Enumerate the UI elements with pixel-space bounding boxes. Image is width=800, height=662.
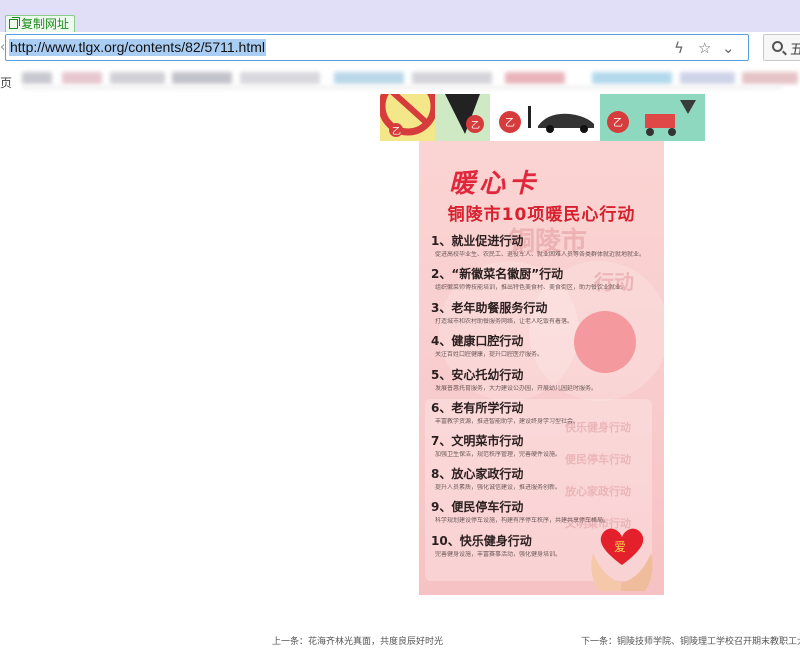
svg-text:乙: 乙 — [505, 117, 515, 129]
action-item-title: 1、就业促进行动 — [431, 234, 524, 248]
bookmark-item[interactable] — [22, 72, 52, 84]
banner-tile: 乙 — [490, 94, 600, 141]
action-item-desc: 促进高校毕业生、农民工、退役军人、就业困难人员等各类群体就近就地就业。 — [435, 251, 646, 258]
action-item: 5、安心托幼行动 发展普惠托育服务，大力建设公办园，开展幼儿园延时服务。 — [431, 368, 656, 393]
next-article-link[interactable]: 下一条：铜陵技师学院、铜陵理工学校召开期末教职工大会 — [581, 634, 800, 647]
love-char: 爱 — [614, 540, 626, 554]
bookmark-item[interactable] — [412, 72, 492, 84]
action-item-desc: 组织徽菜师傅技能培训，推出特色美食村、美食街区，助力餐饮业就业。 — [435, 284, 628, 291]
action-item: 3、老年助餐服务行动 打造城市和农村助餐服务网络，让老人吃饭有着落。 — [431, 301, 656, 326]
action-item-desc: 关注百姓口腔健康，提升口腔医疗服务。 — [435, 351, 544, 358]
search-box[interactable]: 五 — [763, 34, 800, 61]
action-item-desc: 丰富教学资源，推进智能助学，建设终身学习型社会。 — [435, 418, 580, 425]
svg-text:乙: 乙 — [471, 120, 480, 131]
prev-article-link[interactable]: 上一条：花海齐林光真面，共度良辰好时光 — [272, 634, 443, 647]
address-row: ‹ http://www.tlgx.org/contents/82/5711.h… — [0, 32, 800, 64]
bookmark-underline — [22, 86, 782, 89]
action-item-desc: 打造城市和农村助餐服务网络，让老人吃饭有着落。 — [435, 318, 574, 325]
svg-text:乙: 乙 — [613, 117, 623, 129]
action-item: 4、健康口腔行动 关注百姓口腔健康，提升口腔医疗服务。 — [431, 334, 656, 359]
action-item-title: 2、“新徽菜名徽厨”行动 — [431, 267, 564, 281]
bookmark-item[interactable] — [742, 72, 798, 84]
search-icon — [772, 41, 783, 52]
warm-heart-poster: 铜陵市 行动 暖心卡 铜陵市10项暖民心行动 快乐健身行动 便民停车行动 放心家… — [419, 141, 664, 595]
action-item: 2、“新徽菜名徽厨”行动 组织徽菜师傅技能培训，推出特色美食村、美食街区，助力餐… — [431, 267, 656, 292]
heart-in-hands-icon: 爱 — [591, 528, 653, 591]
bookmark-item[interactable] — [172, 72, 232, 84]
action-item-desc: 提升人员素质，强化诚信建设，推进服务创新。 — [435, 484, 562, 491]
action-item-title: 6、老有所学行动 — [431, 401, 524, 415]
action-item: 6、老有所学行动 丰富教学资源，推进智能助学，建设终身学习型社会。 — [431, 401, 656, 426]
action-item-desc: 发展普惠托育服务，大力建设公办园，开展幼儿园延时服务。 — [435, 385, 598, 392]
bookmark-item[interactable] — [240, 72, 320, 84]
bookmark-item[interactable] — [110, 72, 165, 84]
star-icon[interactable]: ☆ — [698, 38, 711, 58]
action-item-title: 8、放心家政行动 — [431, 467, 524, 481]
address-bar[interactable]: http://www.tlgx.org/contents/82/5711.htm… — [5, 34, 749, 61]
action-item-title: 4、健康口腔行动 — [431, 334, 524, 348]
bookmark-item[interactable] — [680, 72, 735, 84]
bookmark-item[interactable] — [592, 72, 672, 84]
cart-icon: 乙 — [607, 100, 696, 136]
banner-image: 乙 乙 乙 乙 — [380, 94, 705, 141]
car-icon: 乙 — [499, 106, 594, 133]
copy-url-button[interactable]: 复制网址 — [5, 15, 76, 33]
bookmark-item[interactable] — [505, 72, 565, 84]
svg-text:乙: 乙 — [392, 126, 401, 137]
action-item-title: 7、文明菜市行动 — [431, 434, 524, 448]
chevron-down-icon[interactable]: ⌄ — [722, 38, 735, 58]
action-item-title: 3、老年助餐服务行动 — [431, 301, 548, 315]
poster-subtitle: 铜陵市10项暖民心行动 — [447, 205, 636, 225]
action-item-desc: 加强卫生保洁，规范秩序管理，完善硬件设施。 — [435, 451, 562, 458]
no-sign-icon: 乙 — [380, 94, 438, 137]
url-text[interactable]: http://www.tlgx.org/contents/82/5711.htm… — [9, 39, 266, 56]
poster-title: 暖心卡 — [449, 169, 540, 199]
copy-icon — [9, 17, 20, 29]
bookmark-item[interactable] — [62, 72, 102, 84]
bookmark-item[interactable] — [334, 72, 404, 84]
banner-tile: 乙 — [380, 94, 438, 141]
copy-url-label: 复制网址 — [21, 17, 70, 31]
action-item-title: 5、安心托幼行动 — [431, 368, 524, 382]
browser-top-strip — [0, 0, 800, 32]
action-item: 7、文明菜市行动 加强卫生保洁，规范秩序管理，完善硬件设施。 — [431, 434, 656, 459]
action-item: 8、放心家政行动 提升人员素质，强化诚信建设，推进服务创新。 — [431, 467, 656, 492]
no-sign-icon: 乙 — [435, 94, 490, 141]
lightning-icon[interactable]: ϟ — [674, 38, 684, 58]
bookmark-edge-text: 页 — [0, 76, 13, 90]
action-item: 1、就业促进行动 促进高校毕业生、农民工、退役军人、就业困难人员等各类群体就近就… — [431, 234, 656, 259]
search-box-text: 五 — [790, 42, 800, 58]
banner-tile: 乙 — [600, 94, 705, 141]
banner-tile: 乙 — [435, 94, 490, 141]
bookmarks-bar: 页 — [0, 64, 800, 94]
action-item-title: 9、便民停车行动 — [431, 500, 524, 514]
